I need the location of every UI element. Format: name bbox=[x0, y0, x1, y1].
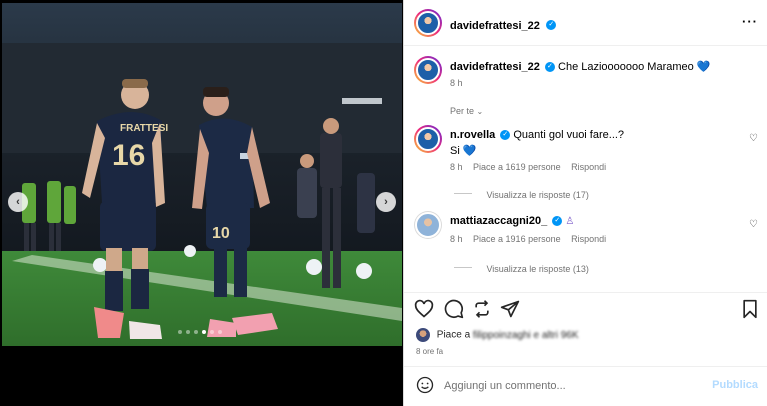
comment-item: mattiazaccagni20_ ✓ ♙ bbox=[450, 215, 574, 227]
comment-icon[interactable] bbox=[444, 299, 464, 319]
caption-time: 8 h bbox=[450, 78, 463, 88]
carousel-indicator bbox=[178, 330, 222, 334]
carousel-next-button[interactable]: › bbox=[376, 192, 396, 212]
post-details-panel: davidefrattesi_22 ✓ ··· davidefrattesi_2… bbox=[403, 0, 767, 406]
comment-meta: 8 h Piace a 1619 persone Rispondi bbox=[450, 162, 606, 172]
bookmark-icon[interactable] bbox=[740, 299, 760, 319]
author-avatar[interactable] bbox=[414, 9, 442, 37]
commenter-avatar[interactable] bbox=[414, 211, 442, 239]
football-celebration-photo: FRATTESI 16 10 bbox=[2, 3, 402, 346]
likes-prefix: Piace a bbox=[436, 329, 471, 341]
likes-names[interactable]: filippoinzaghi e altri 96K bbox=[473, 330, 579, 341]
comment-time: 8 h bbox=[450, 234, 463, 244]
comment-input[interactable] bbox=[444, 377, 704, 395]
caption-text: Che Laziooooooo Marameo 💙 bbox=[558, 61, 711, 73]
chevron-right-icon: › bbox=[384, 196, 388, 208]
comment-time: 8 h bbox=[450, 162, 463, 172]
reply-button[interactable]: Rispondi bbox=[571, 162, 606, 172]
post-actions-bar bbox=[404, 292, 767, 322]
jersey-number-left: 16 bbox=[112, 139, 145, 172]
share-icon[interactable] bbox=[500, 299, 520, 319]
jersey-name-text: FRATTESI bbox=[120, 123, 168, 134]
comment-like-heart-icon[interactable]: ♡ bbox=[749, 133, 758, 144]
comment-like-heart-icon[interactable]: ♡ bbox=[749, 219, 758, 230]
carousel-dot-active bbox=[202, 330, 206, 334]
post-photo: FRATTESI 16 10 bbox=[2, 3, 402, 346]
author-username[interactable]: davidefrattesi_22 bbox=[450, 20, 540, 32]
comment-text-second-line: Si 💙 bbox=[450, 145, 477, 157]
heart-icon[interactable] bbox=[414, 299, 434, 319]
comment-username[interactable]: n.rovella bbox=[450, 129, 495, 141]
caption: davidefrattesi_22 ✓ Che Laziooooooo Mara… bbox=[450, 60, 711, 73]
chevron-left-icon: ‹ bbox=[16, 196, 20, 208]
replies-divider bbox=[454, 267, 472, 269]
emoji-icon[interactable] bbox=[416, 376, 434, 394]
carousel-prev-button[interactable]: ‹ bbox=[8, 192, 28, 212]
sort-label: Per te bbox=[450, 106, 475, 116]
caption-username[interactable]: davidefrattesi_22 bbox=[450, 61, 540, 73]
view-replies-button[interactable]: Visualizza le risposte (17) bbox=[454, 185, 589, 203]
comment-likes[interactable]: Piace a 1619 persone bbox=[473, 162, 561, 172]
post-time-ago: 8 ore fa bbox=[416, 347, 444, 356]
verified-badge-icon: ✓ bbox=[546, 19, 557, 30]
reply-button[interactable]: Rispondi bbox=[571, 234, 606, 244]
carousel-dot bbox=[210, 330, 214, 334]
post-header: davidefrattesi_22 ✓ ··· bbox=[404, 0, 767, 46]
publish-button[interactable]: Pubblica bbox=[712, 379, 758, 391]
view-replies-label[interactable]: Visualizza le risposte (17) bbox=[486, 190, 588, 200]
carousel-dot bbox=[194, 330, 198, 334]
repost-icon[interactable] bbox=[472, 299, 492, 319]
view-replies-button[interactable]: Visualizza le risposte (13) bbox=[454, 259, 589, 277]
caption-author-avatar[interactable] bbox=[414, 56, 442, 84]
carousel-dot bbox=[178, 330, 182, 334]
more-options-icon[interactable]: ··· bbox=[742, 14, 758, 29]
sort-comments-dropdown[interactable]: Per te ⌄ bbox=[450, 106, 483, 116]
replies-divider bbox=[454, 193, 472, 195]
add-comment-bar: Pubblica bbox=[404, 366, 767, 406]
carousel-dot bbox=[218, 330, 222, 334]
comment-text: Quanti gol vuoi fare...? bbox=[513, 129, 625, 141]
comment-meta: 8 h Piace a 1916 persone Rispondi bbox=[450, 234, 606, 244]
comment-item: n.rovella ✓ Quanti gol vuoi fare...? bbox=[450, 129, 624, 141]
verified-badge-icon: ✓ bbox=[552, 216, 563, 227]
jersey-number-right: 10 bbox=[212, 225, 230, 242]
comments-list[interactable]: davidefrattesi_22 ✓ Che Laziooooooo Mara… bbox=[404, 47, 767, 287]
verified-badge-icon: ✓ bbox=[544, 62, 555, 73]
eagle-emoji-icon: ♙ bbox=[565, 216, 575, 227]
commenter-avatar[interactable] bbox=[414, 125, 442, 153]
post-media-panel: FRATTESI 16 10 ‹ › bbox=[0, 0, 403, 406]
likes-summary[interactable]: Piace a filippoinzaghi e altri 96K bbox=[416, 328, 579, 342]
chevron-down-icon: ⌄ bbox=[476, 107, 484, 116]
comment-username[interactable]: mattiazaccagni20_ bbox=[450, 215, 547, 227]
view-replies-label[interactable]: Visualizza le risposte (13) bbox=[486, 264, 588, 274]
liker-avatar bbox=[416, 328, 430, 342]
comment-likes[interactable]: Piace a 1916 persone bbox=[473, 234, 561, 244]
carousel-dot bbox=[186, 330, 190, 334]
verified-badge-icon: ✓ bbox=[500, 130, 511, 141]
